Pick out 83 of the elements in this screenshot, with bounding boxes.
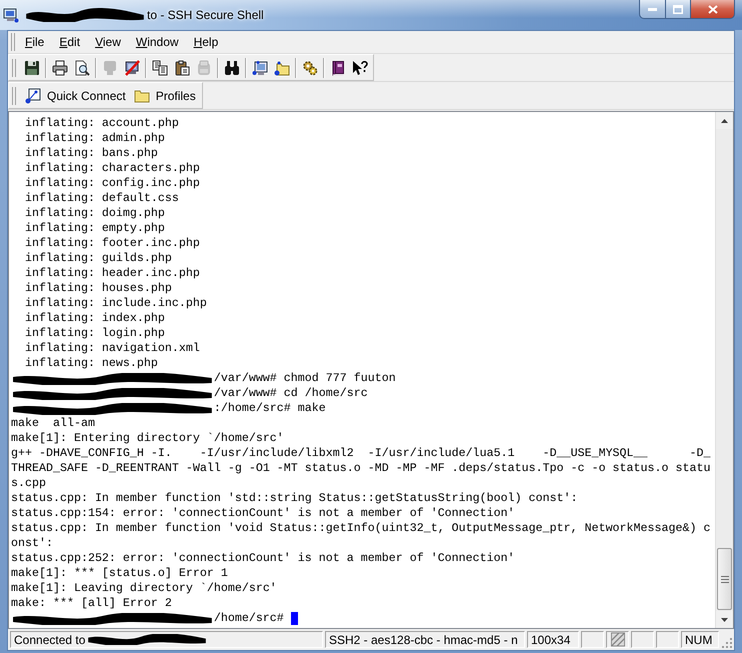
printer-icon [52,60,68,76]
monitor-icon [3,7,19,23]
folder-dots-icon [274,60,290,76]
page-magnifier-icon [74,60,90,76]
terminal-line: status.cpp:252: error: 'connectionCount' is not a member of 'Connection' [11,551,515,566]
scroll-up-button[interactable] [716,112,733,129]
terminal-line: inflating: login.php [24,326,165,341]
terminal-line: inflating: header.inc.php [24,266,200,281]
minimize-icon [648,8,657,10]
terminal-line: inflating: default.css [24,191,179,206]
minimize-button[interactable] [639,0,665,19]
scrollbar[interactable] [715,112,733,628]
terminal-line: /var/www# chmod 777 fuuton [214,371,396,386]
status-pane [631,631,654,648]
grip-icon [720,576,728,582]
window-title: to - SSH Secure Shell [147,8,264,23]
maximize-icon [673,4,683,14]
terminal-line: inflating: admin.php [24,131,165,146]
monitor-dots-icon [252,60,268,76]
menu-item[interactable]: Window [130,32,184,52]
terminal-line: /var/www# cd /home/src [214,386,368,401]
terminal-line: inflating: doimg.php [24,206,165,221]
toolbar-button[interactable]: Profiles [130,84,200,107]
terminal-line: make[1]: Entering directory `/home/src' [11,431,284,446]
clipboard-icon [174,60,190,76]
terminal-line: inflating: characters.php [24,161,200,176]
copy-icon [152,60,168,76]
status-text: 100x34 [531,632,570,646]
terminal-line: onst': [11,536,53,551]
crossed-monitor-icon [124,60,140,76]
terminal-line: inflating: empty.php [24,221,165,236]
status-pane [656,631,679,648]
book-icon [330,60,346,76]
tray-icon [196,60,212,76]
scroll-down-button[interactable] [716,611,733,628]
square-link-icon [25,88,41,104]
grip-icon [11,33,15,51]
grip-icon [12,58,16,76]
terminal-line: status.cpp: In member function 'std::string Status::getStatusString(bool) const': [11,491,578,506]
terminal-line: THREAD_SAFE -D_REENTRANT -Wall -g -O1 -MT status.o -MD -MP -MF .deps/status.Tpo -c -o status.o statu [11,461,710,476]
resize-grip-icon[interactable] [721,636,733,648]
close-button[interactable] [691,0,735,19]
terminal-line: g++ -DHAVE_CONFIG_H -I. -I/usr/include/libxml2 -I/usr/include/lua5.1 -D__USE_MYSQL__ -D_ [11,446,710,461]
toolbar-button[interactable]: Quick Connect [21,84,130,107]
folder-icon [134,88,150,104]
status-pane [581,631,604,648]
terminal-line: /home/src# [214,611,284,626]
menu-item[interactable]: File [20,32,50,52]
menu-item[interactable]: View [90,32,126,52]
close-icon [708,4,718,14]
status-text: Connected to [14,632,86,646]
terminal-line: status.cpp:154: error: 'connectionCount' is not a member of 'Connection' [11,506,515,521]
status-text: SSH2 - aes128-cbc - hmac-md5 - n [329,632,518,646]
terminal-line: make all-am [11,416,95,431]
grip-icon [12,86,16,104]
monitor-icon [102,60,118,76]
terminal-line: inflating: houses.php [24,281,172,296]
striped-tile-icon [610,632,626,647]
terminal-line: inflating: config.inc.php [24,176,200,191]
terminal-line: inflating: news.php [24,356,158,371]
terminal-line: inflating: bans.php [24,146,158,161]
scroll-thumb[interactable] [717,548,732,610]
pointer-question-icon [352,60,368,76]
terminal-line: inflating: navigation.xml [24,341,200,356]
caret-down-icon [721,618,728,622]
maximize-button[interactable] [665,0,691,19]
terminal-line: make[1]: Leaving directory `/home/src' [11,581,277,596]
terminal-line: make: *** [all] Error 2 [11,596,172,611]
menu-item[interactable]: Help [188,32,224,52]
terminal-line: :/home/src# make [214,401,326,416]
caret-up-icon [721,118,728,122]
terminal-line: inflating: include.inc.php [24,296,207,311]
menu-item[interactable]: Edit [54,32,86,52]
status-text: NUM [685,632,712,646]
terminal-line: inflating: footer.inc.php [24,236,200,251]
terminal-line: inflating: index.php [24,311,165,326]
terminal-line: inflating: account.php [24,116,179,131]
settings-icon [302,60,318,76]
terminal-line: status.cpp: In member function 'void Status::getInfo(uint32_t, OutputMessage_ptr, NetworkMessage&) c [11,521,710,536]
terminal-line: inflating: guilds.php [24,251,172,266]
binoculars-icon [224,60,240,76]
terminal-line: make[1]: *** [status.o] Error 1 [11,566,228,581]
terminal-line: s.cpp [11,476,46,491]
